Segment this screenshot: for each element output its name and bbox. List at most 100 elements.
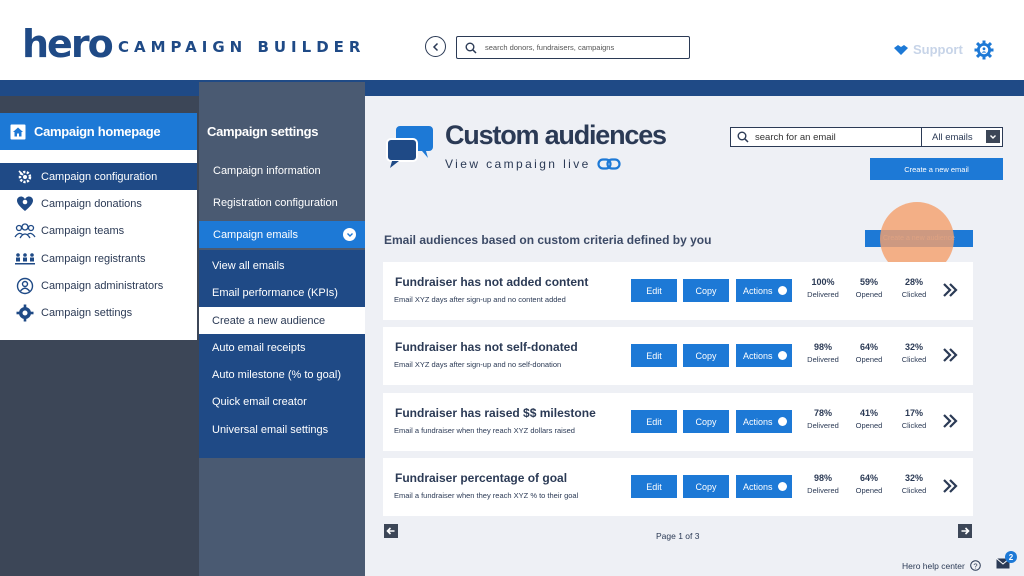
copy-button[interactable]: Copy: [683, 344, 729, 367]
global-search[interactable]: [456, 36, 690, 59]
audience-description: Email a fundraiser when they reach XYZ d…: [394, 426, 575, 435]
heart-donation-icon: [14, 195, 36, 213]
team-icon: [14, 222, 36, 240]
create-new-email-button[interactable]: Create a new email: [870, 158, 1003, 180]
submenu-item-universal-email-settings[interactable]: Universal email settings: [199, 416, 365, 443]
messages-button[interactable]: 2: [996, 551, 1017, 574]
actions-button[interactable]: Actions: [736, 279, 792, 302]
stat-label: Clicked: [901, 421, 927, 430]
menu-item-registration-configuration[interactable]: Registration configuration: [199, 189, 365, 216]
email-filter-select[interactable]: All emails: [922, 127, 1003, 147]
submenu-item-auto-milestone[interactable]: Auto milestone (% to goal): [199, 361, 365, 388]
search-icon: [737, 131, 749, 143]
campaign-homepage-link[interactable]: Campaign homepage: [0, 113, 197, 150]
sidebar-item-label: Campaign donations: [41, 197, 142, 210]
sidebar-item-campaign-donations[interactable]: Campaign donations: [0, 190, 197, 217]
copy-button[interactable]: Copy: [683, 410, 729, 433]
audience-card: Fundraiser has not added content Email X…: [383, 262, 973, 320]
stat-opened: 59% Opened: [849, 277, 889, 299]
stat-value: 100%: [811, 277, 835, 287]
dropdown-dot-icon: [778, 351, 787, 360]
audience-title: Fundraiser has not added content: [395, 275, 589, 289]
edit-button[interactable]: Edit: [631, 475, 677, 498]
back-button[interactable]: [425, 36, 446, 57]
stat-opened: 41% Opened: [849, 408, 889, 430]
previous-page-button[interactable]: [384, 524, 398, 538]
svg-text:?: ?: [973, 561, 977, 570]
sidebar-item-campaign-teams[interactable]: Campaign teams: [0, 217, 197, 244]
stat-label: Delivered: [807, 290, 839, 299]
hero-logo[interactable]: hero: [22, 22, 114, 66]
sidebar-item-campaign-registrants[interactable]: Campaign registrants: [0, 245, 197, 272]
stat-clicked: 17% Clicked: [894, 408, 934, 430]
stat-label: Opened: [855, 290, 883, 299]
settings-menu-title: Campaign settings: [207, 124, 319, 139]
audience-description: Email a fundraiser when they reach XYZ %…: [394, 491, 579, 500]
audience-title: Fundraiser has raised $$ milestone: [395, 406, 596, 420]
chat-bubbles-icon: [386, 126, 433, 168]
copy-button[interactable]: Copy: [683, 475, 729, 498]
actions-button[interactable]: Actions: [736, 475, 792, 498]
double-chevron-right-icon[interactable]: [942, 346, 960, 364]
menu-item-campaign-emails[interactable]: Campaign emails: [199, 221, 365, 248]
global-search-input[interactable]: [485, 43, 675, 52]
handshake-icon: [894, 44, 908, 55]
actions-label: Actions: [743, 416, 773, 427]
actions-button[interactable]: Actions: [736, 410, 792, 433]
stat-value: 98%: [813, 342, 832, 352]
sidebar-item-campaign-settings[interactable]: Campaign settings: [0, 299, 197, 326]
support-link[interactable]: Support: [893, 42, 963, 57]
edit-button[interactable]: Edit: [631, 410, 677, 433]
audience-card: Fundraiser has not self-donated Email XY…: [383, 327, 973, 385]
audience-card: Fundraiser has raised $$ milestone Email…: [383, 393, 973, 451]
stat-label: Delivered: [807, 486, 839, 495]
email-search-input[interactable]: [755, 131, 915, 143]
next-page-button[interactable]: [958, 524, 972, 538]
top-header: hero CAMPAIGN BUILDER Support: [0, 0, 1024, 80]
stat-clicked: 28% Clicked: [894, 277, 934, 299]
header-accent-bar: [0, 80, 1024, 96]
edit-button[interactable]: Edit: [631, 279, 677, 302]
submenu-item-quick-email-creator[interactable]: Quick email creator: [199, 388, 365, 415]
submenu-item-email-performance[interactable]: Email performance (KPIs): [199, 279, 365, 306]
help-center-link[interactable]: Hero help center ?: [902, 560, 981, 571]
dropdown-dot-icon: [778, 286, 787, 295]
stat-value: 17%: [904, 408, 923, 418]
stat-value: 32%: [904, 473, 923, 483]
submenu-item-view-all-emails[interactable]: View all emails: [199, 252, 365, 279]
menu-item-campaign-information[interactable]: Campaign information: [199, 157, 365, 184]
stat-delivered: 98% Delivered: [803, 473, 843, 495]
help-center-label: Hero help center: [902, 560, 965, 571]
stat-value: 64%: [859, 342, 878, 352]
dropdown-dot-icon: [778, 482, 787, 491]
email-search[interactable]: [730, 127, 922, 147]
double-chevron-right-icon[interactable]: [942, 281, 960, 299]
submenu-item-auto-email-receipts[interactable]: Auto email receipts: [199, 334, 365, 361]
audience-description: Email XYZ days after sign-up and no cont…: [394, 295, 566, 304]
copy-button[interactable]: Copy: [683, 279, 729, 302]
edit-button[interactable]: Edit: [631, 344, 677, 367]
stat-value: 28%: [904, 277, 923, 287]
question-circle-icon: ?: [970, 560, 981, 571]
admin-icon: [14, 277, 36, 295]
sidebar-item-campaign-configuration[interactable]: Campaign configuration: [0, 163, 197, 190]
view-live-label: View campaign live: [445, 157, 591, 171]
sidebar-item-label: Campaign registrants: [41, 252, 146, 265]
support-label: Support: [913, 42, 963, 57]
double-chevron-right-icon[interactable]: [942, 477, 960, 495]
view-campaign-live-link[interactable]: View campaign live: [445, 157, 621, 171]
stat-value: 32%: [904, 342, 923, 352]
submenu-item-create-new-audience[interactable]: Create a new audience: [199, 307, 365, 334]
double-chevron-right-icon[interactable]: [942, 412, 960, 430]
stat-value: 64%: [859, 473, 878, 483]
actions-button[interactable]: Actions: [736, 344, 792, 367]
sidebar-item-label: Campaign administrators: [41, 279, 164, 292]
account-settings-button[interactable]: [974, 40, 994, 65]
chevron-down-icon: [343, 228, 356, 241]
stat-opened: 64% Opened: [849, 473, 889, 495]
audience-description: Email XYZ days after sign-up and no self…: [394, 360, 562, 369]
stat-label: Clicked: [901, 355, 927, 364]
actions-label: Actions: [743, 350, 773, 361]
sidebar-item-campaign-administrators[interactable]: Campaign administrators: [0, 272, 197, 299]
create-new-audience-button[interactable]: Create a new audience: [865, 230, 973, 247]
